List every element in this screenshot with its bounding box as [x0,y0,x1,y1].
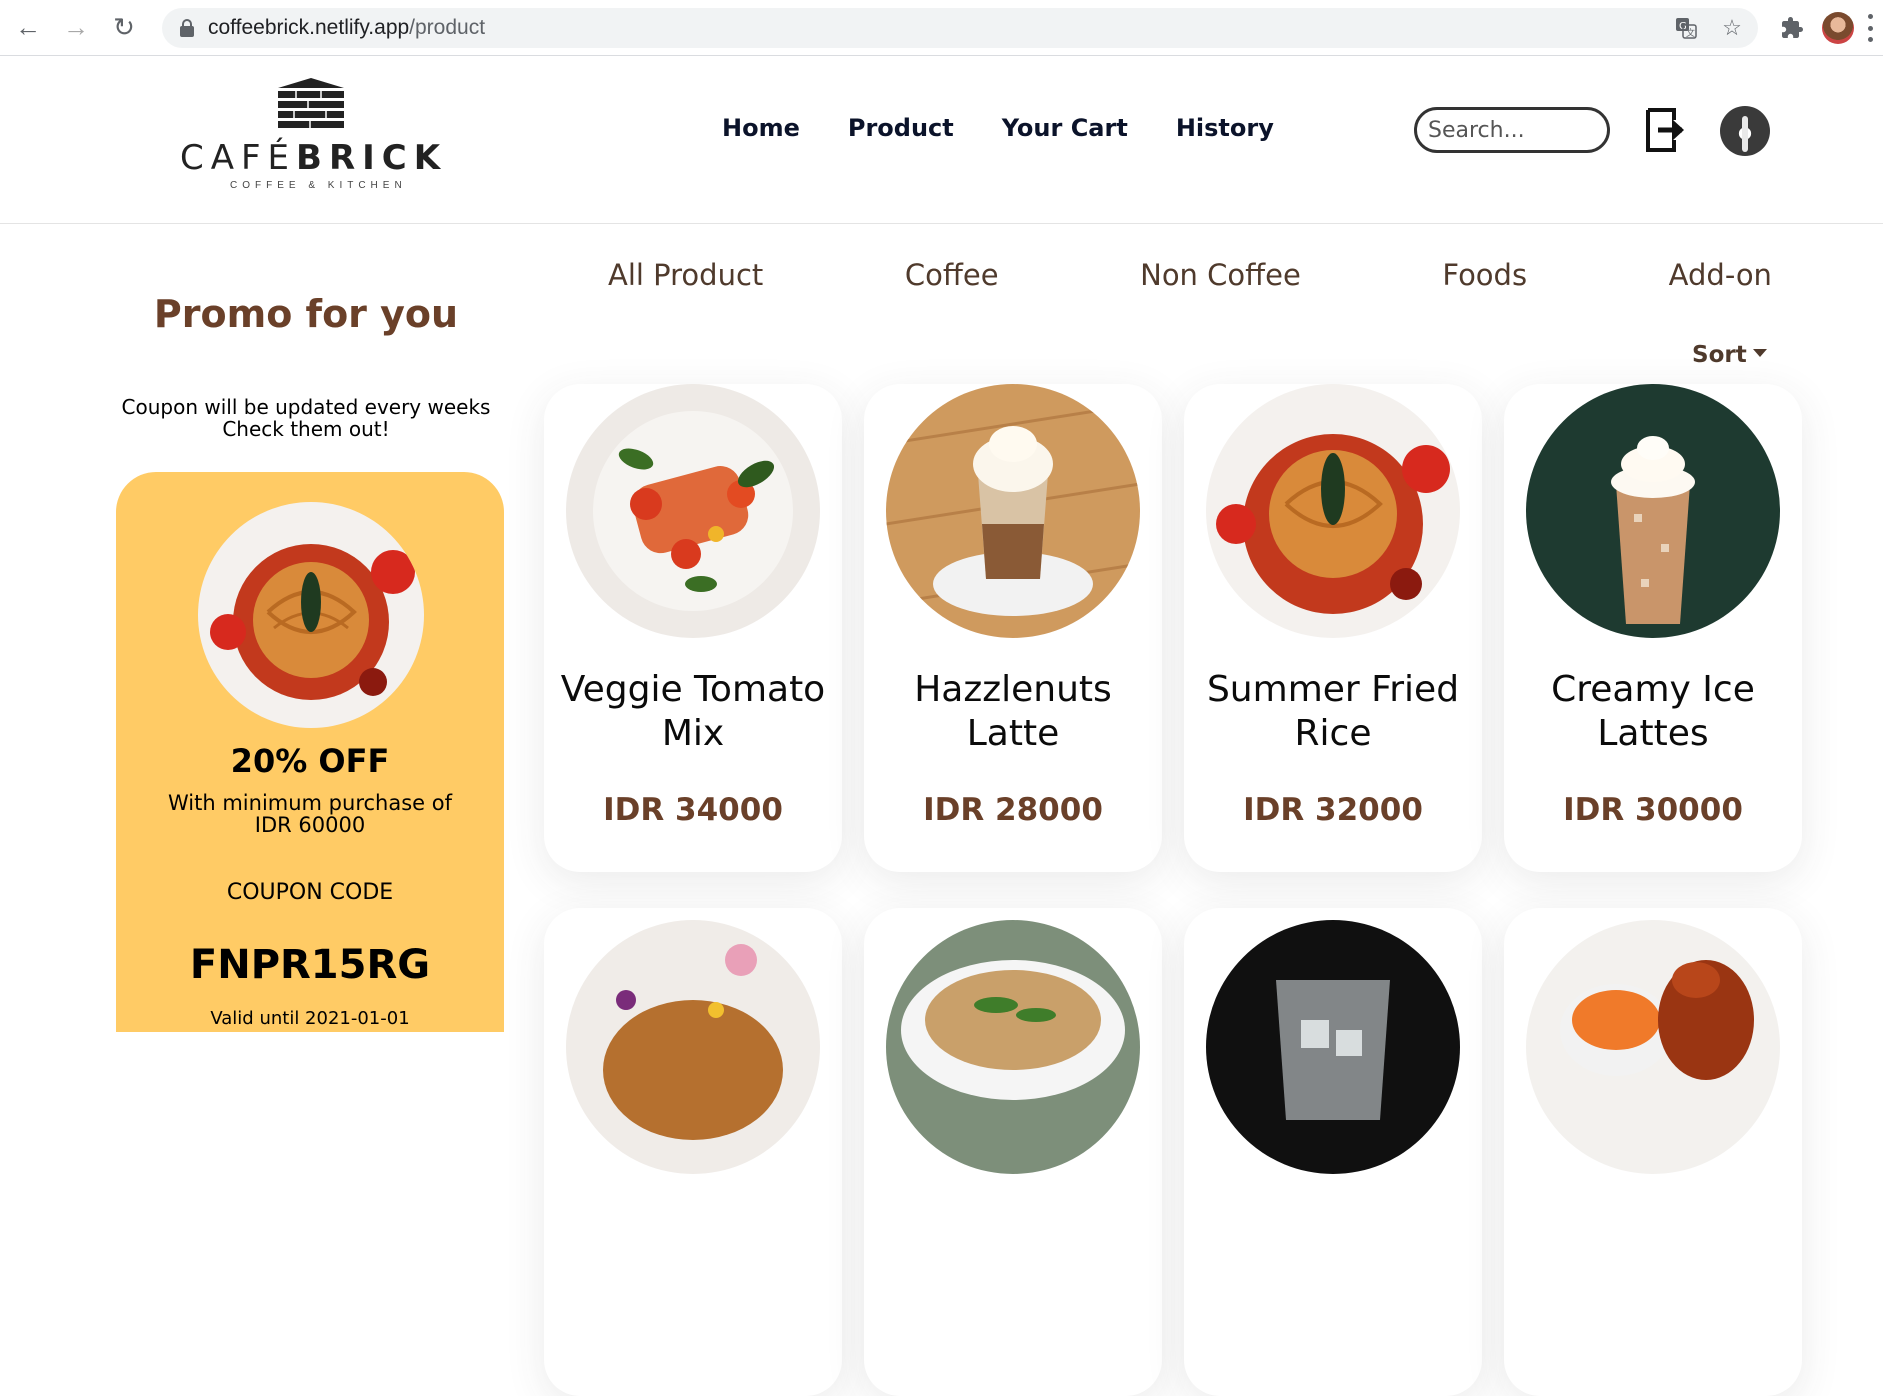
translate-icon[interactable]: G文 [1672,14,1700,42]
product-price: IDR 32000 [1243,792,1423,828]
main-nav: Home Product Your Cart History [722,114,1274,142]
browser-menu-icon[interactable] [1866,14,1874,42]
product-image-hazzlenuts-latte [886,384,1140,638]
promo-note: Coupon will be updated every weeks Check… [121,395,491,441]
nav-home[interactable]: Home [722,114,800,142]
logo-wordmark: CAFÉBRICK [180,138,448,178]
caret-down-icon [1752,349,1767,357]
back-icon[interactable]: ← [8,8,48,48]
nav-product[interactable]: Product [848,114,954,142]
coupon-card[interactable]: 20% OFF With minimum purchase of IDR 600… [116,472,504,1032]
product-image [886,920,1140,1174]
product-price: IDR 30000 [1563,792,1743,828]
product-card[interactable] [864,908,1162,1396]
sort-dropdown[interactable]: Sort [1692,342,1767,368]
product-image-veggie-tomato-mix [566,384,820,638]
coupon-food-image [198,502,424,728]
coupon-code-label: COUPON CODE [226,880,394,905]
category-tabs: All Product Coffee Non Coffee Foods Add-… [560,258,1820,292]
product-name: Creamy Ice Lattes [1551,669,1755,754]
product-image [1206,920,1460,1174]
product-price: IDR 34000 [603,792,783,828]
product-card[interactable] [1184,908,1482,1396]
logo-subtitle: COFFEE & KITCHEN [230,180,407,191]
browser-profile-avatar[interactable] [1822,12,1854,44]
coupon-valid-until: Valid until 2021-01-01 [210,1008,410,1029]
product-name: Hazzlenuts Latte [914,669,1112,754]
url-text[interactable]: coffeebrick.netlify.app/product [208,16,485,40]
bookmark-star-icon[interactable]: ☆ [1718,14,1746,42]
reload-icon[interactable]: ↻ [104,8,144,48]
sort-label: Sort [1692,342,1747,368]
brick-logo-icon [276,78,346,136]
site-header: CAFÉBRICK COFFEE & KITCHEN Home Product … [0,56,1883,224]
tab-coffee[interactable]: Coffee [905,258,999,292]
user-avatar[interactable] [1720,106,1770,156]
product-image [566,920,820,1174]
product-card[interactable]: Hazzlenuts Latte IDR 28000 [864,384,1162,872]
tab-foods[interactable]: Foods [1442,258,1527,292]
extensions-puzzle-icon[interactable] [1776,12,1808,44]
cafebrick-logo[interactable]: CAFÉBRICK COFFEE & KITCHEN [180,76,440,196]
product-price: IDR 28000 [923,792,1103,828]
promo-title: Promo for you [153,292,459,336]
product-card[interactable] [544,908,842,1396]
search-input[interactable]: Search... [1414,107,1610,153]
coupon-code[interactable]: FNPR15RG [116,942,504,988]
product-image [1526,920,1780,1174]
product-name: Veggie Tomato Mix [560,669,826,754]
product-card[interactable] [1504,908,1802,1396]
tab-non-coffee[interactable]: Non Coffee [1140,258,1301,292]
product-image-creamy-ice-lattes [1526,384,1780,638]
product-image-summer-fried-rice [1206,384,1460,638]
lock-icon[interactable] [180,19,194,37]
product-name: Summer Fried Rice [1206,669,1460,754]
tab-all-product[interactable]: All Product [608,258,763,292]
coupon-discount: 20% OFF [230,742,390,780]
browser-toolbar: ← → ↻ coffeebrick.netlify.app/product G文… [0,0,1883,56]
tab-add-on[interactable]: Add-on [1669,258,1772,292]
product-card[interactable]: Summer Fried Rice IDR 32000 [1184,384,1482,872]
logout-icon[interactable] [1644,106,1686,154]
svg-text:文: 文 [1686,27,1695,39]
nav-your-cart[interactable]: Your Cart [1002,114,1128,142]
address-bar[interactable]: coffeebrick.netlify.app/product G文 ☆ [162,8,1758,48]
product-card[interactable]: Veggie Tomato Mix IDR 34000 [544,384,842,872]
forward-icon[interactable]: → [56,8,96,48]
product-card[interactable]: Creamy Ice Lattes IDR 30000 [1504,384,1802,872]
nav-history[interactable]: History [1176,114,1274,142]
coupon-description: With minimum purchase of IDR 60000 [167,791,452,837]
